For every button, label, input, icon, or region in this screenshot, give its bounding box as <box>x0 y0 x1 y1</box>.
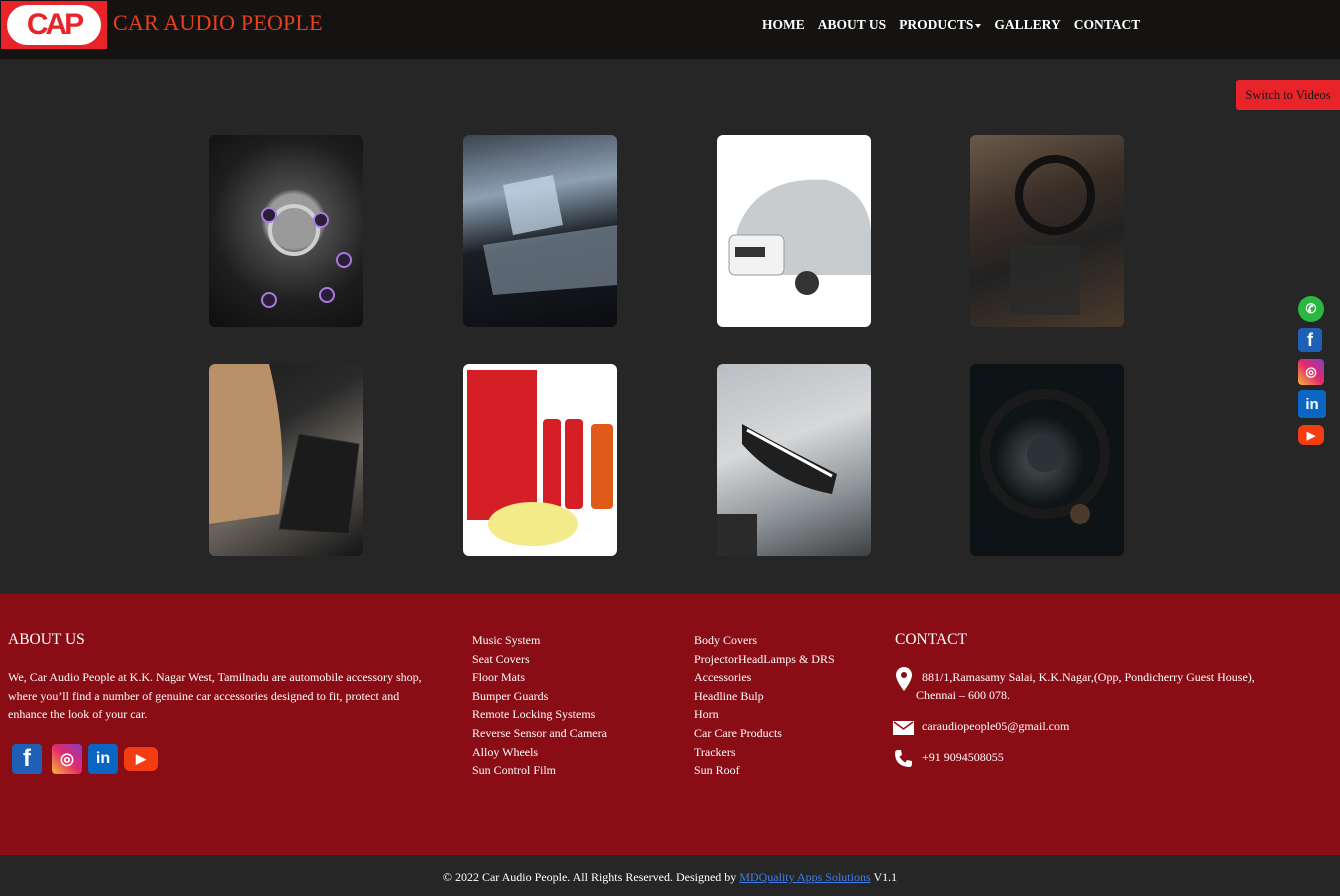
footer-link-car-care[interactable]: Car Care Products <box>694 724 835 743</box>
footer-link-alloy-wheels[interactable]: Alloy Wheels <box>472 743 607 762</box>
copyright-bar: © 2022 Car Audio People. All Rights Rese… <box>0 855 1340 896</box>
footer-link-floor-mats[interactable]: Floor Mats <box>472 668 607 687</box>
footer-facebook-icon[interactable]: f <box>12 744 42 774</box>
contact-phone[interactable]: +91 9094508055 <box>922 748 1004 767</box>
contact-title: CONTACT <box>895 631 967 648</box>
product-links-col1: Music System Seat Covers Floor Mats Bump… <box>472 631 607 780</box>
nav-contact[interactable]: CONTACT <box>1074 17 1141 33</box>
footer-youtube-icon[interactable]: ▶ <box>124 747 158 771</box>
footer-link-headline-bulp[interactable]: Headline Bulp <box>694 687 835 706</box>
instagram-icon[interactable]: ◎ <box>1298 359 1324 385</box>
product-links-col2: Body Covers ProjectorHeadLamps & DRS Acc… <box>694 631 835 780</box>
footer-link-bumper-guards[interactable]: Bumper Guards <box>472 687 607 706</box>
main-nav: HOME ABOUT US PRODUCTS GALLERY CONTACT <box>762 17 1140 33</box>
footer-link-sun-roof[interactable]: Sun Roof <box>694 761 835 780</box>
facebook-icon[interactable]: f <box>1298 328 1322 352</box>
steering-wheel-icon <box>980 389 1110 524</box>
footer-link-reverse-sensor[interactable]: Reverse Sensor and Camera <box>472 724 607 743</box>
footer-link-sun-control-film[interactable]: Sun Control Film <box>472 761 607 780</box>
car-cover-icon <box>728 179 871 295</box>
footer: ABOUT US We, Car Audio People at K.K. Na… <box>0 594 1340 855</box>
seat-cover-floor-mat-image[interactable] <box>209 364 363 556</box>
footer-link-accessories[interactable]: Accessories <box>694 668 835 687</box>
footer-link-music-system[interactable]: Music System <box>472 631 607 650</box>
designer-link[interactable]: MDQuality Apps Solutions <box>739 870 870 884</box>
copyright-text: © 2022 Car Audio People. All Rights Rese… <box>442 870 737 884</box>
steering-wheel-icon <box>1010 155 1095 315</box>
switch-to-videos-button[interactable]: Switch to Videos <box>1236 80 1340 110</box>
brand-name[interactable]: CAR AUDIO PEOPLE <box>113 10 323 36</box>
headlamp-icon <box>717 424 837 556</box>
navbar: CAP CAR AUDIO PEOPLE HOME ABOUT US PRODU… <box>0 0 1340 59</box>
alloy-wheel-icon <box>261 204 352 308</box>
nav-gallery[interactable]: GALLERY <box>994 17 1060 33</box>
car-seat-icon <box>209 364 360 535</box>
footer-link-remote-locking[interactable]: Remote Locking Systems <box>472 705 607 724</box>
car-care-kit-image[interactable] <box>463 364 617 556</box>
footer-linkedin-icon[interactable]: in <box>88 744 118 774</box>
footer-link-seat-covers[interactable]: Seat Covers <box>472 650 607 669</box>
sunroof-icon <box>483 175 617 295</box>
phone-icon <box>895 750 912 767</box>
location-pin-icon <box>896 667 912 691</box>
footer-link-trackers[interactable]: Trackers <box>694 743 835 762</box>
headlamp-image[interactable] <box>717 364 871 556</box>
version-text: V1.1 <box>873 870 898 884</box>
linkedin-icon[interactable]: in <box>1298 390 1326 418</box>
sunroof-image[interactable] <box>463 135 617 327</box>
footer-link-horn[interactable]: Horn <box>694 705 835 724</box>
nav-about-us[interactable]: ABOUT US <box>818 17 886 33</box>
car-care-kit-icon <box>467 370 613 546</box>
chevron-down-icon <box>975 23 982 28</box>
address-line-2: Chennai – 600 078. <box>916 688 1010 702</box>
logo[interactable]: CAP <box>1 1 107 49</box>
footer-link-body-covers[interactable]: Body Covers <box>694 631 835 650</box>
car-body-cover-image[interactable] <box>717 135 871 327</box>
nav-products[interactable]: PRODUCTS <box>899 17 982 33</box>
youtube-icon[interactable]: ▶ <box>1298 425 1324 445</box>
logo-text: CAP <box>7 5 101 45</box>
floor-mat-image[interactable] <box>970 135 1124 327</box>
contact-email[interactable]: caraudiopeople05@gmail.com <box>922 717 1069 736</box>
about-text: We, Car Audio People at K.K. Nagar West,… <box>8 670 422 721</box>
about-title: ABOUT US <box>8 631 85 648</box>
envelope-icon <box>893 721 914 735</box>
steering-wheel-image[interactable] <box>970 364 1124 556</box>
footer-link-projector-headlamps[interactable]: ProjectorHeadLamps & DRS <box>694 650 835 669</box>
nav-home[interactable]: HOME <box>762 17 805 33</box>
nav-products-label: PRODUCTS <box>899 17 974 32</box>
alloy-wheel-image[interactable] <box>209 135 363 327</box>
footer-instagram-icon[interactable]: ◎ <box>52 744 82 774</box>
whatsapp-icon[interactable]: ✆ <box>1298 296 1324 322</box>
address-line-1: 881/1,Ramasamy Salai, K.K.Nagar,(Opp, Po… <box>922 670 1255 684</box>
